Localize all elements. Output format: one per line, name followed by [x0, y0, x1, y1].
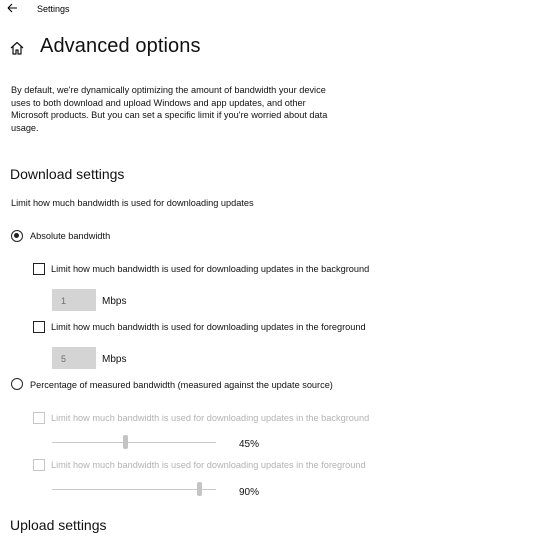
percentage-foreground-label: Limit how much bandwidth is used for dow…	[51, 460, 366, 470]
upload-settings-heading: Upload settings	[10, 517, 107, 533]
absolute-background-label[interactable]: Limit how much bandwidth is used for dow…	[51, 264, 369, 274]
download-settings-subtitle: Limit how much bandwidth is used for dow…	[11, 198, 254, 208]
percentage-bandwidth-label[interactable]: Percentage of measured bandwidth (measur…	[30, 380, 333, 390]
arrow-left-icon[interactable]	[5, 1, 19, 15]
radio-selected-dot	[14, 233, 20, 239]
window-title: Settings	[37, 4, 70, 14]
percentage-foreground-slider	[52, 489, 216, 490]
percentage-background-value: 45%	[239, 439, 260, 450]
percentage-foreground-slider-thumb	[197, 482, 203, 496]
absolute-bandwidth-label[interactable]: Absolute bandwidth	[30, 231, 110, 241]
download-settings-heading: Download settings	[10, 166, 125, 182]
absolute-foreground-label[interactable]: Limit how much bandwidth is used for dow…	[51, 322, 366, 332]
percentage-foreground-value: 90%	[239, 487, 260, 498]
percentage-background-checkbox	[33, 412, 45, 424]
percentage-foreground-checkbox	[33, 459, 45, 471]
absolute-foreground-mbps-input[interactable]: 5	[52, 347, 96, 369]
absolute-bandwidth-radio[interactable]	[11, 230, 23, 242]
percentage-background-label: Limit how much bandwidth is used for dow…	[51, 413, 370, 423]
percentage-background-slider-thumb	[123, 435, 129, 449]
absolute-foreground-checkbox[interactable]	[33, 321, 45, 333]
page-title: Advanced options	[40, 35, 201, 57]
absolute-foreground-unit: Mbps	[102, 354, 127, 365]
absolute-background-unit: Mbps	[102, 296, 127, 307]
absolute-background-mbps-input[interactable]: 1	[52, 289, 96, 311]
percentage-background-slider	[52, 442, 216, 443]
description-text: By default, we're dynamically optimizing…	[11, 85, 328, 133]
percentage-bandwidth-radio[interactable]	[11, 378, 23, 390]
home-icon[interactable]	[9, 40, 25, 56]
absolute-background-checkbox[interactable]	[33, 263, 45, 275]
